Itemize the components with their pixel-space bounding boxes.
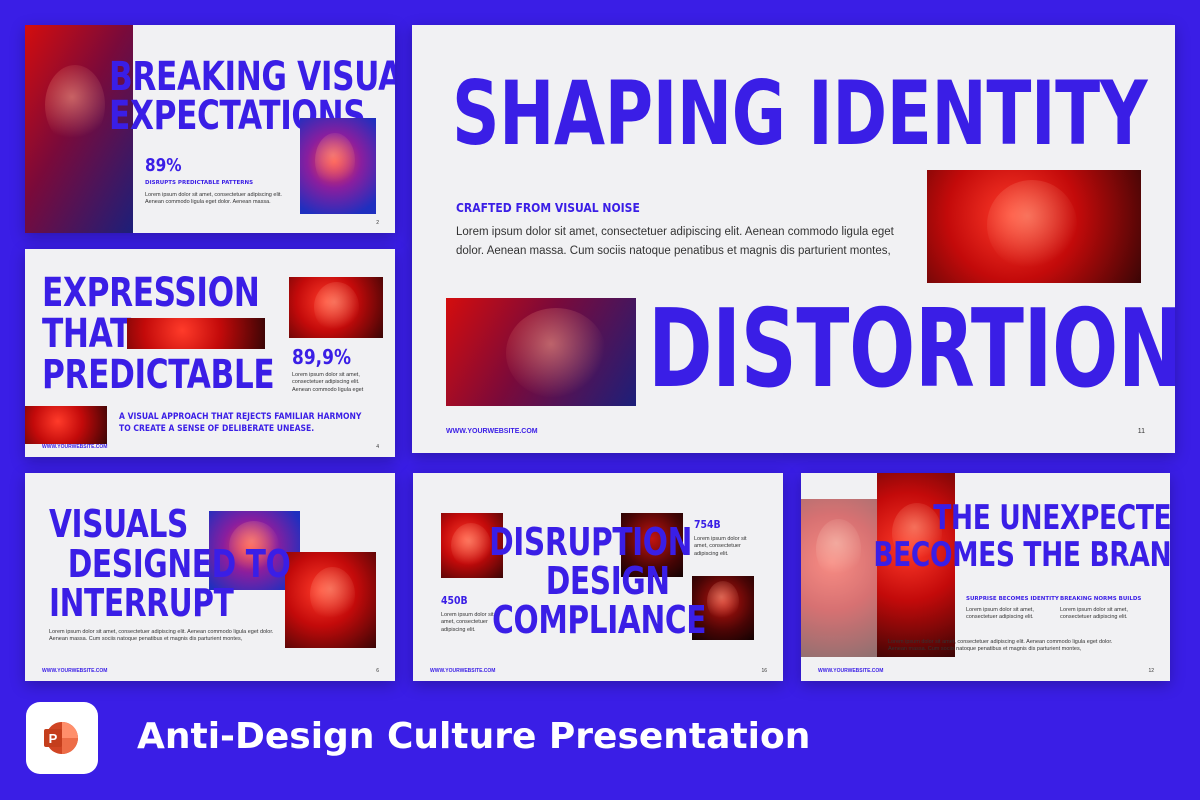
slide-disruption: DISRUPTION DESIGN COMPLIANCE 754B Lorem … <box>413 473 783 681</box>
eyes-photo <box>446 298 636 406</box>
stat-value-b: 450B <box>441 594 468 607</box>
slide-heading: THE UNEXPECTED BECOMES THE BRAND <box>873 498 1170 575</box>
col1-body: Lorem ipsum dolor sit amet, consectetuer… <box>966 607 1034 621</box>
portrait-photo-small <box>300 118 376 214</box>
body-text: Lorem ipsum dolor sit amet, consectetuer… <box>292 372 364 393</box>
blurred-photo <box>25 406 107 444</box>
slide-visuals-interrupt: VISUALS DESIGNED TO INTERRUPT Lorem ipsu… <box>25 473 395 681</box>
page-number: 2 <box>376 220 379 226</box>
slide-expression: EXPRESSION THAT PREDICTABLE 89,9% Lorem … <box>25 249 395 457</box>
page-number: 16 <box>761 668 767 674</box>
powerpoint-icon: P <box>44 722 78 754</box>
stat-value: 89% <box>145 155 182 176</box>
page-number: 12 <box>1148 668 1154 674</box>
body-text: Lorem ipsum dolor sit amet, consectetuer… <box>49 629 274 643</box>
subtitle: CRAFTED FROM VISUAL NOISE <box>456 201 640 215</box>
page-number: 11 <box>1137 428 1145 435</box>
strip-photo <box>127 318 265 349</box>
body-text: Lorem ipsum dolor sit amet, consectetuer… <box>145 192 282 206</box>
website-footer: WWW.YOURWEBSITE.COM <box>42 668 108 674</box>
stat-caption: DISRUPTS PREDICTABLE PATTERNS <box>145 180 254 186</box>
website-footer: WWW.YOURWEBSITE.COM <box>818 668 884 674</box>
website-footer: WWW.YOURWEBSITE.COM <box>430 668 496 674</box>
slide-unexpected-brand: THE UNEXPECTED BECOMES THE BRAND SURPRIS… <box>801 473 1170 681</box>
col2-title: BREAKING NORMS BUILDS <box>1060 596 1142 602</box>
col2-body: Lorem ipsum dolor sit amet, consectetuer… <box>1060 607 1128 621</box>
website-footer: WWW.YOURWEBSITE.COM <box>446 428 538 435</box>
page-number: 6 <box>376 668 379 674</box>
stat-a-body: Lorem ipsum dolor sit amet, consectetuer… <box>694 536 747 557</box>
blurred-photo <box>927 170 1141 283</box>
portrait-photo <box>289 277 383 338</box>
slide-heading: VISUALS DESIGNED TO INTERRUPT <box>49 502 291 626</box>
stat-value: 89,9% <box>292 345 351 369</box>
body-text: Lorem ipsum dolor sit amet, consectetuer… <box>888 639 1113 653</box>
page-number: 4 <box>376 444 379 450</box>
website-footer: WWW.YOURWEBSITE.COM <box>42 444 108 450</box>
col1-title: SURPRISE BECOMES IDENTITY <box>966 596 1059 602</box>
slide-heading: DISRUPTION DESIGN COMPLIANCE <box>489 520 707 642</box>
tagline: A VISUAL APPROACH THAT REJECTS FAMILIAR … <box>119 412 362 435</box>
slide-shaping-identity: SHAPING IDENTITY CRAFTED FROM VISUAL NOI… <box>412 25 1175 453</box>
body-text: Lorem ipsum dolor sit amet, consectetuer… <box>456 226 894 257</box>
slide-breaking-visual: BREAKING VISUAL EXPECTATIONS 89% DISRUPT… <box>25 25 395 233</box>
slide-heading-bottom: DISTORTION <box>648 287 1175 412</box>
portrait-photo-2 <box>285 552 376 648</box>
stat-value-a: 754B <box>694 518 721 531</box>
banner-title: Anti-Design Culture Presentation <box>137 716 811 757</box>
app-icon-tile: P <box>26 702 98 774</box>
svg-text:P: P <box>49 731 58 746</box>
slide-heading-top: SHAPING IDENTITY <box>452 62 1148 165</box>
stat-b-body: Lorem ipsum dolor sit amet, consectetuer… <box>441 612 494 633</box>
